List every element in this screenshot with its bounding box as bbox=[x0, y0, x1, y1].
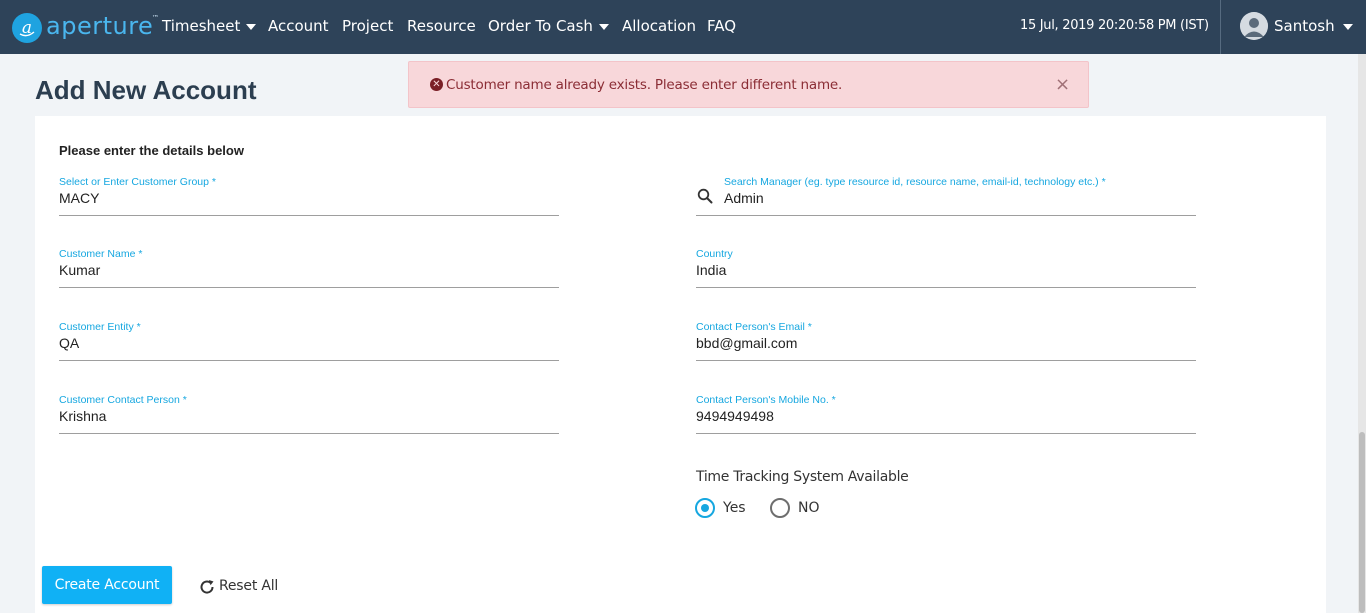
radio-no-circle[interactable] bbox=[770, 498, 790, 518]
radio-no-label: NO bbox=[798, 500, 820, 516]
nav-timesheet-label: Timesheet bbox=[162, 17, 241, 35]
nav-account-label: Account bbox=[268, 17, 329, 35]
create-account-button[interactable]: Create Account bbox=[42, 566, 172, 604]
customer-entity-field[interactable]: Customer Entity * QA bbox=[59, 321, 559, 361]
search-manager-label: Search Manager (eg. type resource id, re… bbox=[724, 176, 1106, 188]
search-manager-input[interactable]: Admin bbox=[724, 190, 764, 206]
customer-name-label: Customer Name * bbox=[59, 248, 143, 260]
chevron-down-icon bbox=[598, 24, 609, 30]
nav-allocation-label: Allocation bbox=[622, 17, 696, 35]
customer-group-field[interactable]: Select or Enter Customer Group * MACY bbox=[59, 176, 559, 216]
section-label: Please enter the details below bbox=[59, 143, 244, 158]
search-manager-field[interactable]: Search Manager (eg. type resource id, re… bbox=[696, 176, 1196, 216]
page-title: Add New Account bbox=[35, 75, 257, 105]
customer-contact-person-field[interactable]: Customer Contact Person * Krishna bbox=[59, 394, 559, 434]
nav-resource[interactable]: Resource bbox=[407, 17, 476, 35]
scrollbar-thumb[interactable] bbox=[1359, 432, 1365, 613]
country-field[interactable]: Country India bbox=[696, 248, 1196, 288]
radio-yes[interactable]: Yes bbox=[695, 498, 746, 518]
time-tracking-label: Time Tracking System Available bbox=[696, 469, 909, 485]
nav-timesheet[interactable]: Timesheet bbox=[162, 17, 257, 35]
reset-all-button[interactable]: Reset All bbox=[198, 576, 278, 596]
current-datetime: 15 Jul, 2019 20:20:58 PM (IST) bbox=[1020, 18, 1209, 33]
nav-order-to-cash-label: Order To Cash bbox=[488, 17, 593, 35]
customer-contact-person-label: Customer Contact Person * bbox=[59, 394, 187, 406]
customer-entity-label: Customer Entity * bbox=[59, 321, 141, 333]
contact-mobile-input[interactable]: 9494949498 bbox=[696, 408, 774, 424]
country-input[interactable]: India bbox=[696, 262, 726, 278]
refresh-icon bbox=[200, 580, 214, 594]
nav-faq[interactable]: FAQ bbox=[707, 17, 736, 35]
radio-yes-label: Yes bbox=[723, 500, 746, 516]
contact-mobile-field[interactable]: Contact Person's Mobile No. * 9494949498 bbox=[696, 394, 1196, 434]
error-alert: ✕ Customer name already exists. Please e… bbox=[408, 61, 1089, 108]
aperture-logo-icon: a bbox=[12, 13, 42, 43]
top-navbar: a aperture ™ Timesheet Account Project Re… bbox=[0, 0, 1366, 54]
user-avatar-icon bbox=[1240, 12, 1268, 40]
nav-divider bbox=[1220, 0, 1221, 54]
country-label: Country bbox=[696, 248, 733, 260]
radio-yes-circle[interactable] bbox=[695, 498, 715, 518]
brand-name: aperture ™ bbox=[46, 12, 160, 40]
customer-group-input[interactable]: MACY bbox=[59, 190, 99, 206]
radio-no[interactable]: NO bbox=[770, 498, 820, 518]
contact-email-input[interactable]: bbd@gmail.com bbox=[696, 335, 797, 351]
reset-all-label: Reset All bbox=[219, 578, 279, 594]
brand-logo[interactable]: a aperture ™ bbox=[12, 12, 160, 44]
nav-allocation[interactable]: Allocation bbox=[622, 17, 696, 35]
page-scrollbar[interactable] bbox=[1358, 54, 1366, 613]
nav-faq-label: FAQ bbox=[707, 17, 737, 35]
nav-order-to-cash[interactable]: Order To Cash bbox=[488, 17, 609, 35]
customer-group-label: Select or Enter Customer Group * bbox=[59, 176, 216, 188]
chevron-down-icon bbox=[1342, 24, 1353, 30]
nav-project[interactable]: Project bbox=[342, 17, 393, 35]
nav-project-label: Project bbox=[342, 17, 394, 35]
customer-name-field[interactable]: Customer Name * Kumar bbox=[59, 248, 559, 288]
customer-entity-input[interactable]: QA bbox=[59, 335, 79, 351]
close-icon[interactable]: × bbox=[1055, 74, 1070, 95]
alert-message: Customer name already exists. Please ent… bbox=[446, 77, 843, 93]
chevron-down-icon bbox=[246, 24, 257, 30]
nav-account[interactable]: Account bbox=[268, 17, 329, 35]
contact-mobile-label: Contact Person's Mobile No. * bbox=[696, 394, 836, 406]
nav-resource-label: Resource bbox=[407, 17, 476, 35]
customer-name-input[interactable]: Kumar bbox=[59, 262, 100, 278]
contact-email-field[interactable]: Contact Person's Email * bbd@gmail.com bbox=[696, 321, 1196, 361]
contact-email-label: Contact Person's Email * bbox=[696, 321, 812, 333]
user-name: Santosh bbox=[1274, 17, 1335, 35]
customer-contact-person-input[interactable]: Krishna bbox=[59, 408, 106, 424]
user-menu[interactable]: Santosh bbox=[1240, 12, 1353, 40]
x-circle-icon: ✕ bbox=[430, 78, 443, 91]
